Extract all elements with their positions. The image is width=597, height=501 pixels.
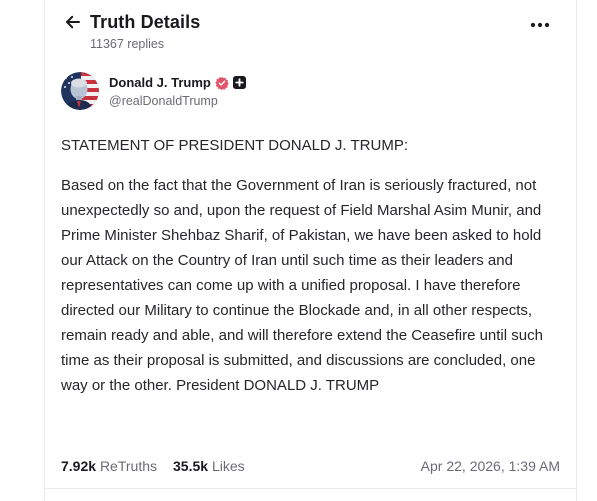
back-button[interactable] [61, 10, 85, 34]
likes-stat[interactable]: 35.5k Likes [173, 458, 245, 474]
post-paragraph: STATEMENT OF PRESIDENT DONALD J. TRUMP: [61, 137, 408, 154]
more-options-button[interactable] [529, 14, 551, 36]
avatar-image [61, 72, 99, 110]
author-name[interactable]: Donald J. Trump [109, 75, 211, 90]
page-header: Truth Details 11367 replies [61, 10, 560, 54]
plus-square-icon [232, 76, 246, 89]
retruths-label: ReTruths [99, 458, 157, 474]
likes-label: Likes [211, 458, 245, 474]
retruths-stat[interactable]: 7.92k ReTruths [61, 458, 157, 474]
divider [45, 488, 576, 489]
post-author: Donald J. Trump @realDonaldTrump [61, 72, 560, 112]
post-footer: 7.92k ReTruths 35.5k Likes Apr 22, 2026,… [61, 458, 560, 478]
more-horizontal-icon [530, 22, 550, 28]
avatar[interactable] [61, 72, 99, 110]
verified-badge-icon [215, 76, 229, 90]
author-name-row: Donald J. Trump [109, 75, 246, 90]
post-paragraph: Based on the fact that the Government of… [61, 177, 543, 394]
likes-count: 35.5k [173, 458, 209, 474]
post-timestamp: Apr 22, 2026, 1:39 AM [420, 458, 560, 474]
replies-count: 11367 replies [90, 37, 165, 51]
page-title: Truth Details [90, 12, 201, 32]
arrow-left-icon [66, 15, 80, 29]
truth-detail-panel: Truth Details 11367 replies Donald J. Tr… [44, 0, 577, 501]
retruths-count: 7.92k [61, 458, 97, 474]
author-handle[interactable]: @realDonaldTrump [109, 94, 218, 108]
post-content: STATEMENT OF PRESIDENT DONALD J. TRUMP: … [61, 133, 555, 413]
